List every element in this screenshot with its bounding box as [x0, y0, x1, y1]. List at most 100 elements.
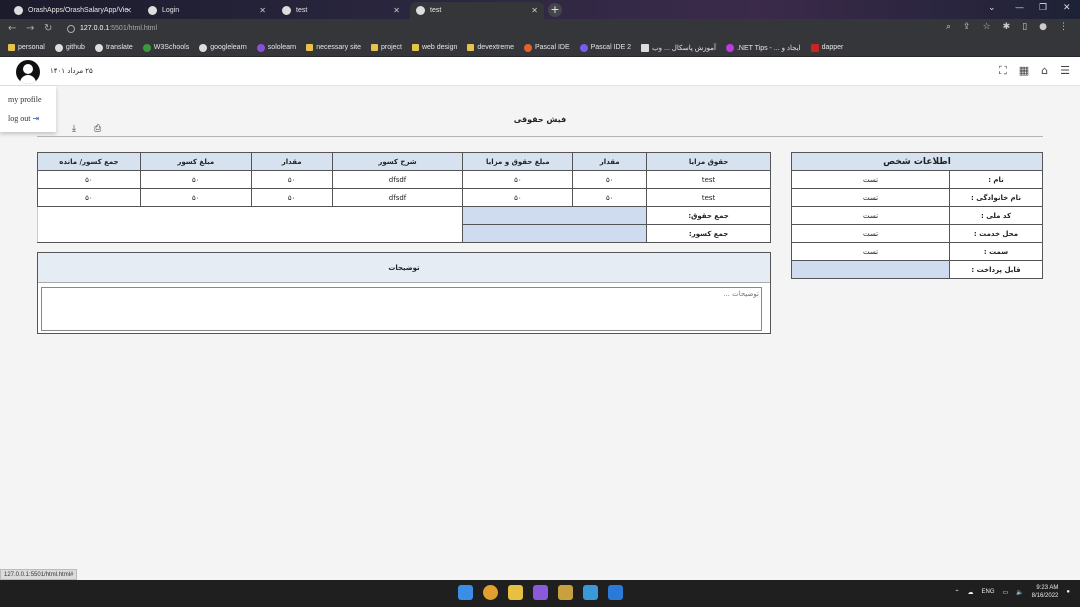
notification-icon[interactable]: ●	[1066, 589, 1070, 595]
close-icon[interactable]: ✕	[125, 6, 132, 15]
table-cell: ۵۰	[462, 188, 574, 207]
table-cell: ۵۰	[250, 170, 333, 189]
my-profile-link[interactable]: my profile	[8, 95, 42, 104]
bookmark-item[interactable]: translate	[94, 43, 133, 52]
bookmark-item[interactable]: W3Schools	[142, 43, 189, 52]
bookmark-item[interactable]: necessary site	[306, 44, 361, 51]
w-icon	[641, 43, 650, 52]
sidepanel-icon[interactable]: ▯	[1022, 22, 1027, 32]
cloud-icon[interactable]: ☁	[968, 589, 974, 596]
bookmark-item[interactable]: project	[370, 44, 402, 51]
bookmark-item[interactable]: personal	[8, 44, 45, 51]
person-info-title: اطلاعات شخص	[791, 152, 1043, 171]
file-explorer-icon[interactable]	[508, 585, 523, 600]
github-icon	[54, 43, 63, 52]
browser-tab-bar: OrashApps/OrashSalaryApp/Vie ✕ Login ✕ tes…	[0, 0, 1080, 19]
forward-icon[interactable]: →	[26, 23, 34, 34]
sum-deduction-value	[462, 224, 648, 243]
back-icon[interactable]: ←	[8, 23, 16, 34]
bookmark-item[interactable]: آموزش پاسکال ... وب	[641, 43, 716, 52]
info-icon[interactable]	[67, 25, 75, 33]
browser-tab-active[interactable]: test ✕	[410, 2, 544, 19]
close-icon[interactable]: ✕	[393, 6, 400, 15]
w3schools-icon	[142, 43, 151, 52]
star-icon[interactable]: ☆	[983, 22, 991, 32]
page-title: فیش حقوقی	[513, 115, 567, 124]
bookmark-item[interactable]: github	[54, 43, 85, 52]
language-indicator[interactable]: ENG	[982, 589, 995, 595]
app-icon[interactable]	[558, 585, 573, 600]
chevron-down-icon[interactable]: ⌄	[988, 3, 996, 13]
visual-studio-icon[interactable]	[533, 585, 548, 600]
logout-link[interactable]: log out ⇥	[8, 114, 39, 123]
download-icon[interactable]: ⤓	[72, 124, 76, 134]
avatar[interactable]	[16, 60, 40, 84]
close-window-icon[interactable]: ✕	[1063, 3, 1071, 13]
column-header: مبلغ حقوق و مزایا	[462, 152, 574, 171]
table-cell: test	[646, 188, 771, 207]
column-header: شرح کسور	[331, 152, 464, 171]
browser-tab[interactable]: OrashApps/OrashSalaryApp/Vie ✕	[8, 2, 138, 19]
logout-icon: ⇥	[32, 114, 40, 123]
sum-salary-label: جمع حقوق:	[646, 206, 771, 225]
close-icon[interactable]: ✕	[259, 6, 266, 15]
url-host: 127.0.0.1	[80, 25, 110, 32]
sololearn-icon	[256, 43, 265, 52]
table-row: test ۵۰ ۵۰ dfsdf ۵۰ ۵۰ ۵۰	[37, 188, 771, 207]
bookmark-item[interactable]: .NET Tips - ... ایجاد و	[725, 43, 801, 52]
info-value: تست	[791, 188, 950, 207]
minimize-icon[interactable]: —	[1015, 3, 1024, 13]
url-field[interactable]: 127.0.0.1:5501/html.html	[64, 22, 974, 36]
menu-icon[interactable]: ⋮	[1059, 22, 1068, 32]
bookmark-item[interactable]: Pascal IDE 2	[579, 43, 631, 52]
extensions-icon[interactable]: ✱	[1003, 22, 1011, 32]
menu-icon[interactable]: ☰	[1060, 64, 1070, 78]
browser-tab[interactable]: test ✕	[276, 2, 406, 19]
payable-row: قابل پرداخت :	[791, 260, 1043, 279]
payable-value	[791, 260, 950, 279]
bookmark-item[interactable]: web design	[411, 44, 457, 51]
taskbar: ⌃ ☁ ENG ▭ 🔈 9:23 AM 8/16/2022 ●	[0, 580, 1080, 607]
home-icon[interactable]: ⌂	[1041, 64, 1048, 78]
folder-icon	[8, 44, 15, 51]
chrome-icon[interactable]	[483, 585, 498, 600]
folder-icon	[411, 44, 419, 51]
notes-panel: توضیحات	[37, 252, 771, 334]
restore-icon[interactable]: ❐	[1039, 3, 1047, 13]
notes-title: توضیحات	[38, 253, 770, 283]
share-icon[interactable]: ⇪	[963, 22, 971, 32]
vscode-icon[interactable]	[608, 585, 623, 600]
profile-icon[interactable]: ●	[1039, 22, 1047, 32]
close-icon[interactable]: ✕	[531, 6, 538, 15]
table-cell: ۵۰	[250, 188, 333, 207]
notes-textarea[interactable]	[41, 287, 762, 331]
volume-icon[interactable]: 🔈	[1016, 589, 1023, 596]
browser-tab[interactable]: Login ✕	[142, 2, 272, 19]
print-icon[interactable]: ⎙	[94, 124, 101, 134]
info-value: تست	[791, 224, 950, 243]
bookmark-item[interactable]: googlelearn	[199, 43, 247, 52]
photos-icon[interactable]	[583, 585, 598, 600]
info-value: تست	[791, 206, 950, 225]
table-row: test ۵۰ ۵۰ dfsdf ۵۰ ۵۰ ۵۰	[37, 170, 771, 189]
info-row: نام خانوادگی : تست	[791, 188, 1043, 207]
info-label: نام خانوادگی :	[949, 188, 1043, 207]
calendar-icon[interactable]: ▦	[1019, 64, 1029, 78]
zoom-icon[interactable]: ⌕	[946, 22, 951, 32]
start-icon[interactable]	[458, 585, 473, 600]
column-header: حقوق مزایا	[646, 152, 771, 171]
bookmark-item[interactable]: devextreme	[467, 44, 514, 51]
clock[interactable]: 9:23 AM 8/16/2022	[1032, 584, 1059, 600]
bookmark-item[interactable]: Pascal IDE	[523, 43, 570, 52]
reload-icon[interactable]: ↻	[44, 23, 52, 34]
bookmark-item[interactable]: dapper	[810, 43, 843, 52]
page-content: ۲۵ مرداد ۱۴۰۱ ☰ ⌂ ▦ ⛶ my profile log out…	[0, 57, 1080, 580]
network-icon[interactable]: ▭	[1003, 589, 1009, 596]
info-label: سمت :	[949, 242, 1043, 261]
info-row: سمت : تست	[791, 242, 1043, 261]
fullscreen-icon[interactable]: ⛶	[999, 64, 1007, 78]
new-tab-button[interactable]: +	[548, 3, 562, 17]
bookmark-item[interactable]: sololearn	[256, 43, 296, 52]
person-info-table: اطلاعات شخص نام : تست نام خانوادگی : تست ک…	[791, 152, 1043, 279]
chevron-up-icon[interactable]: ⌃	[954, 589, 959, 596]
